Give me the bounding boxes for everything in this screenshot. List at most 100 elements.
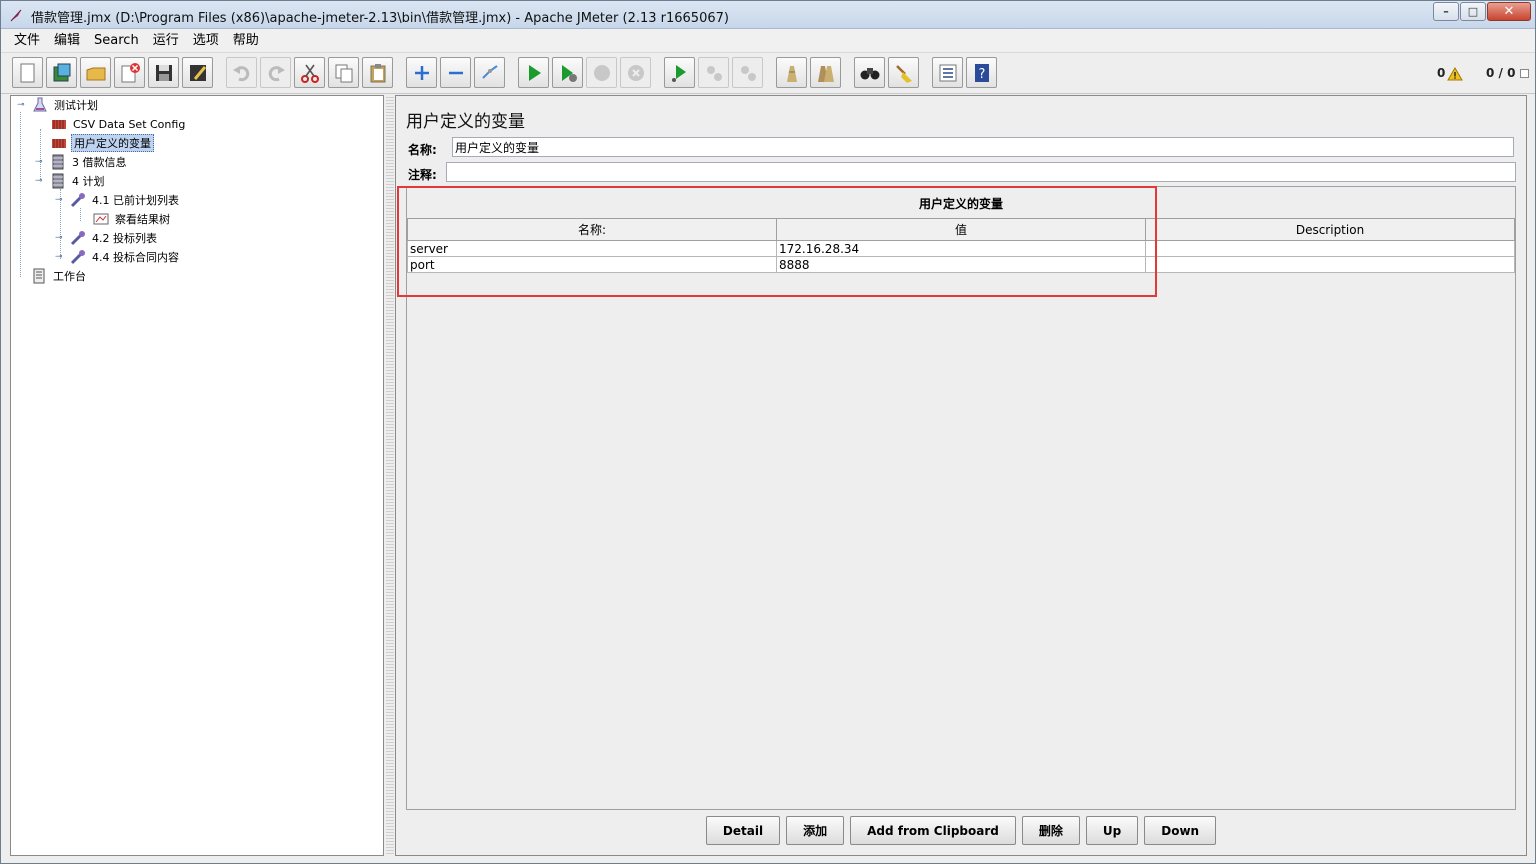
menu-help[interactable]: 帮助 (226, 29, 266, 53)
cut-button[interactable] (294, 57, 325, 88)
action-buttons: Detail 添加 Add from Clipboard 删除 Up Down (396, 816, 1526, 845)
remote-stop-button[interactable] (698, 57, 729, 88)
help-button[interactable]: ? (966, 57, 997, 88)
workbench-icon (33, 268, 45, 284)
tree-node-label: 3 借款信息 (72, 156, 127, 169)
up-button[interactable]: Up (1085, 816, 1139, 845)
maximize-icon: □ (1467, 5, 1479, 18)
start-no-timers-icon (561, 64, 577, 82)
tree-node-sampler-4-2[interactable]: ⊸ 4.2 投标列表 (55, 229, 159, 247)
stop-button[interactable] (586, 57, 617, 88)
function-helper-icon (939, 64, 956, 81)
save-button[interactable] (148, 57, 179, 88)
jmeter-feather-icon (10, 9, 22, 22)
collapse-handle-icon[interactable]: ⊸ (55, 195, 64, 205)
redo-button[interactable] (260, 57, 291, 88)
tree-node-view-results-tree[interactable]: 察看结果树 (93, 210, 172, 228)
save-as-button[interactable] (182, 57, 213, 88)
close-button[interactable]: ✕ (1487, 2, 1531, 21)
save-icon (155, 64, 172, 81)
search-button[interactable] (854, 57, 885, 88)
test-plan-icon (33, 97, 47, 112)
delete-button[interactable]: 删除 (1021, 816, 1080, 845)
start-no-timers-button[interactable] (552, 57, 583, 88)
templates-button[interactable] (46, 57, 77, 88)
start-icon (528, 64, 541, 81)
jmeter-window: 借款管理.jmx (D:\Program Files (x86)\apache-… (0, 0, 1536, 864)
expand-handle-icon[interactable]: ⊸ (55, 252, 64, 262)
cell-value[interactable]: 172.16.28.34 (776, 240, 1146, 257)
expand-handle-icon[interactable]: ⊸ (55, 233, 64, 243)
tree-node-label: 工作台 (53, 270, 86, 283)
toggle-button[interactable] (474, 57, 505, 88)
close-file-button[interactable] (114, 57, 145, 88)
copy-button[interactable] (328, 57, 359, 88)
listener-icon (93, 213, 109, 225)
undo-button[interactable] (226, 57, 257, 88)
table-row[interactable]: server 172.16.28.34 (407, 240, 1515, 257)
sampler-pipette-icon (70, 193, 85, 208)
tree-node-test-plan[interactable]: ⊸ 测试计划 (17, 96, 100, 114)
save-as-icon (189, 64, 206, 81)
expand-all-button[interactable] (406, 57, 437, 88)
column-header-value[interactable]: 值 (776, 218, 1146, 241)
function-helper-button[interactable] (932, 57, 963, 88)
comment-input[interactable] (446, 162, 1516, 182)
cell-name[interactable]: port (407, 256, 777, 273)
undo-icon (232, 65, 249, 81)
clear-all-button[interactable] (810, 57, 841, 88)
tree-node-workbench[interactable]: 工作台 (31, 267, 88, 285)
close-file-icon (121, 62, 140, 82)
reset-search-button[interactable] (888, 57, 919, 88)
remote-start-icon (671, 64, 686, 82)
add-button[interactable]: 添加 (786, 816, 845, 845)
variables-table: 名称: 值 Description server 172.16.28.34 po… (407, 218, 1515, 273)
paste-button[interactable] (362, 57, 393, 88)
menu-options[interactable]: 选项 (186, 29, 226, 53)
add-from-clipboard-button[interactable]: Add from Clipboard (850, 816, 1016, 845)
open-button[interactable] (80, 57, 111, 88)
column-header-description[interactable]: Description (1145, 218, 1515, 241)
minimize-button[interactable]: – (1433, 2, 1459, 21)
clear-icon (786, 65, 797, 82)
collapse-handle-icon[interactable]: ⊸ (35, 176, 44, 186)
stop-icon (593, 64, 610, 81)
new-button[interactable] (12, 57, 43, 88)
cell-name[interactable]: server (407, 240, 777, 257)
tree-node-thread-group-4[interactable]: ⊸ 4 计划 (35, 172, 107, 190)
menu-run[interactable]: 运行 (146, 29, 186, 53)
cell-value[interactable]: 8888 (776, 256, 1146, 273)
cell-description[interactable] (1145, 256, 1515, 273)
start-button[interactable] (518, 57, 549, 88)
menu-file[interactable]: 文件 (7, 29, 47, 53)
menu-edit[interactable]: 编辑 (47, 29, 87, 53)
cell-description[interactable] (1145, 240, 1515, 257)
tree-node-thread-group-3[interactable]: ⊸ 3 借款信息 (35, 153, 129, 171)
shutdown-button[interactable] (620, 57, 651, 88)
down-button[interactable]: Down (1144, 816, 1217, 845)
expand-handle-icon[interactable]: ⊸ (17, 100, 26, 110)
tree-node-label: 4 计划 (72, 175, 105, 188)
thread-count: 0 / 0 (1486, 66, 1516, 80)
column-header-name[interactable]: 名称: (407, 218, 777, 241)
warning-icon (1447, 67, 1463, 81)
menu-search[interactable]: Search (87, 29, 146, 53)
status-indicator (1520, 69, 1529, 78)
clear-button[interactable] (776, 57, 807, 88)
expand-handle-icon[interactable]: ⊸ (35, 157, 44, 167)
tree-node-sampler-4-1[interactable]: ⊸ 4.1 已前计划列表 (55, 191, 181, 209)
tree-node-sampler-4-4[interactable]: ⊸ 4.4 投标合同内容 (55, 248, 181, 266)
remote-exit-button[interactable] (732, 57, 763, 88)
thread-group-icon (52, 154, 64, 170)
tree-node-csv-data-set[interactable]: CSV Data Set Config (51, 115, 187, 133)
remote-start-button[interactable] (664, 57, 695, 88)
tree-node-label: 用户定义的变量 (71, 134, 154, 152)
split-pane-divider[interactable] (386, 95, 394, 856)
name-input[interactable] (452, 137, 1514, 157)
detail-button[interactable]: Detail (705, 816, 781, 845)
tree-node-user-defined-variables[interactable]: 用户定义的变量 (51, 134, 154, 152)
maximize-button[interactable]: □ (1460, 2, 1486, 21)
collapse-all-button[interactable] (440, 57, 471, 88)
config-element-icon (52, 139, 66, 148)
table-row[interactable]: port 8888 (407, 256, 1515, 273)
